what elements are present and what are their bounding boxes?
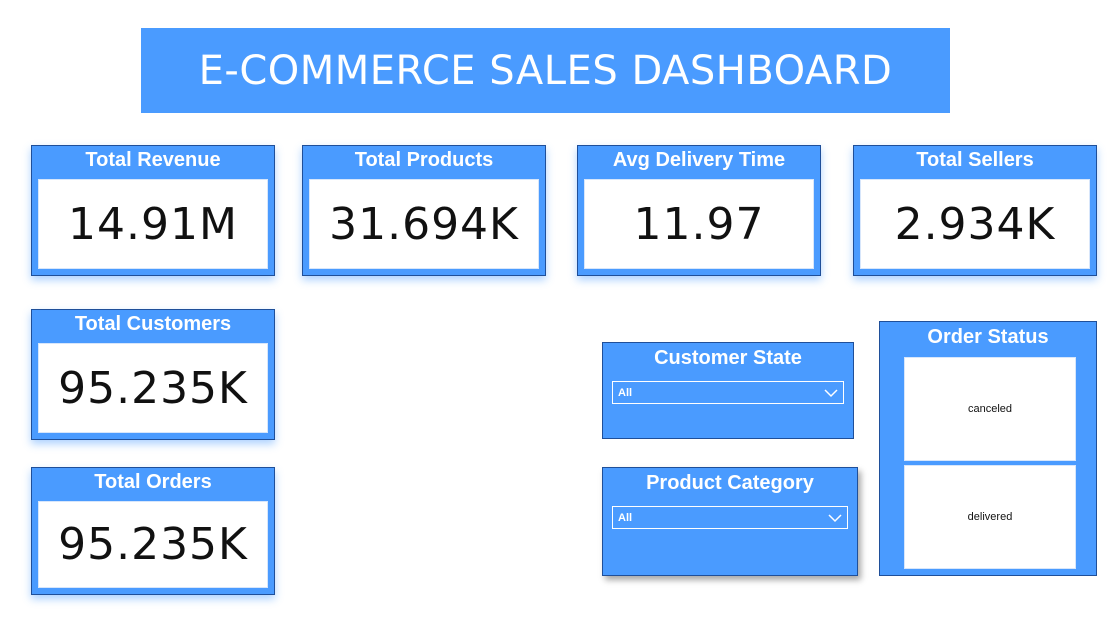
card-title: Total Revenue — [85, 149, 221, 171]
total-products-card: Total Products 31.694K — [302, 145, 546, 276]
status-tile-canceled[interactable]: canceled — [904, 357, 1076, 461]
card-title: Total Customers — [74, 313, 232, 335]
dropdown-value: All — [618, 511, 633, 524]
total-sellers-card: Total Sellers 2.934K — [853, 145, 1097, 276]
card-value: 31.694K — [329, 198, 519, 250]
card-title: Total Products — [354, 149, 494, 171]
chevron-down-icon — [828, 513, 842, 522]
panel-title: Order Status — [927, 326, 1049, 348]
product-category-slicer: Product Category All — [602, 467, 858, 576]
card-value-box: 95.235K — [38, 501, 268, 588]
card-value: 2.934K — [894, 198, 1056, 250]
card-title: Total Sellers — [916, 149, 1034, 171]
chevron-down-icon — [824, 388, 838, 397]
order-status-slicer: Order Status canceled delivered — [879, 321, 1097, 576]
card-value: 11.97 — [633, 198, 765, 250]
card-value-box: 31.694K — [309, 179, 539, 269]
status-tile-delivered[interactable]: delivered — [904, 465, 1076, 569]
card-title: Total Orders — [94, 471, 212, 493]
total-revenue-card: Total Revenue 14.91M — [31, 145, 275, 276]
card-value: 95.235K — [58, 362, 248, 414]
slicer-title: Product Category — [646, 472, 814, 494]
slicer-title: Customer State — [654, 347, 802, 369]
card-value-box: 11.97 — [584, 179, 814, 269]
card-title: Avg Delivery Time — [612, 149, 786, 171]
card-value: 95.235K — [58, 519, 248, 570]
customer-state-slicer: Customer State All — [602, 342, 854, 439]
customer-state-dropdown[interactable]: All — [612, 381, 844, 404]
total-orders-card: Total Orders 95.235K — [31, 467, 275, 595]
card-value: 14.91M — [68, 198, 238, 250]
avg-delivery-time-card: Avg Delivery Time 11.97 — [577, 145, 821, 276]
card-value-box: 14.91M — [38, 179, 268, 269]
page-title: E-COMMERCE SALES DASHBOARD — [141, 28, 950, 113]
product-category-dropdown[interactable]: All — [612, 506, 848, 529]
card-value-box: 2.934K — [860, 179, 1090, 269]
total-customers-card: Total Customers 95.235K — [31, 309, 275, 440]
dropdown-value: All — [618, 386, 633, 399]
card-value-box: 95.235K — [38, 343, 268, 433]
